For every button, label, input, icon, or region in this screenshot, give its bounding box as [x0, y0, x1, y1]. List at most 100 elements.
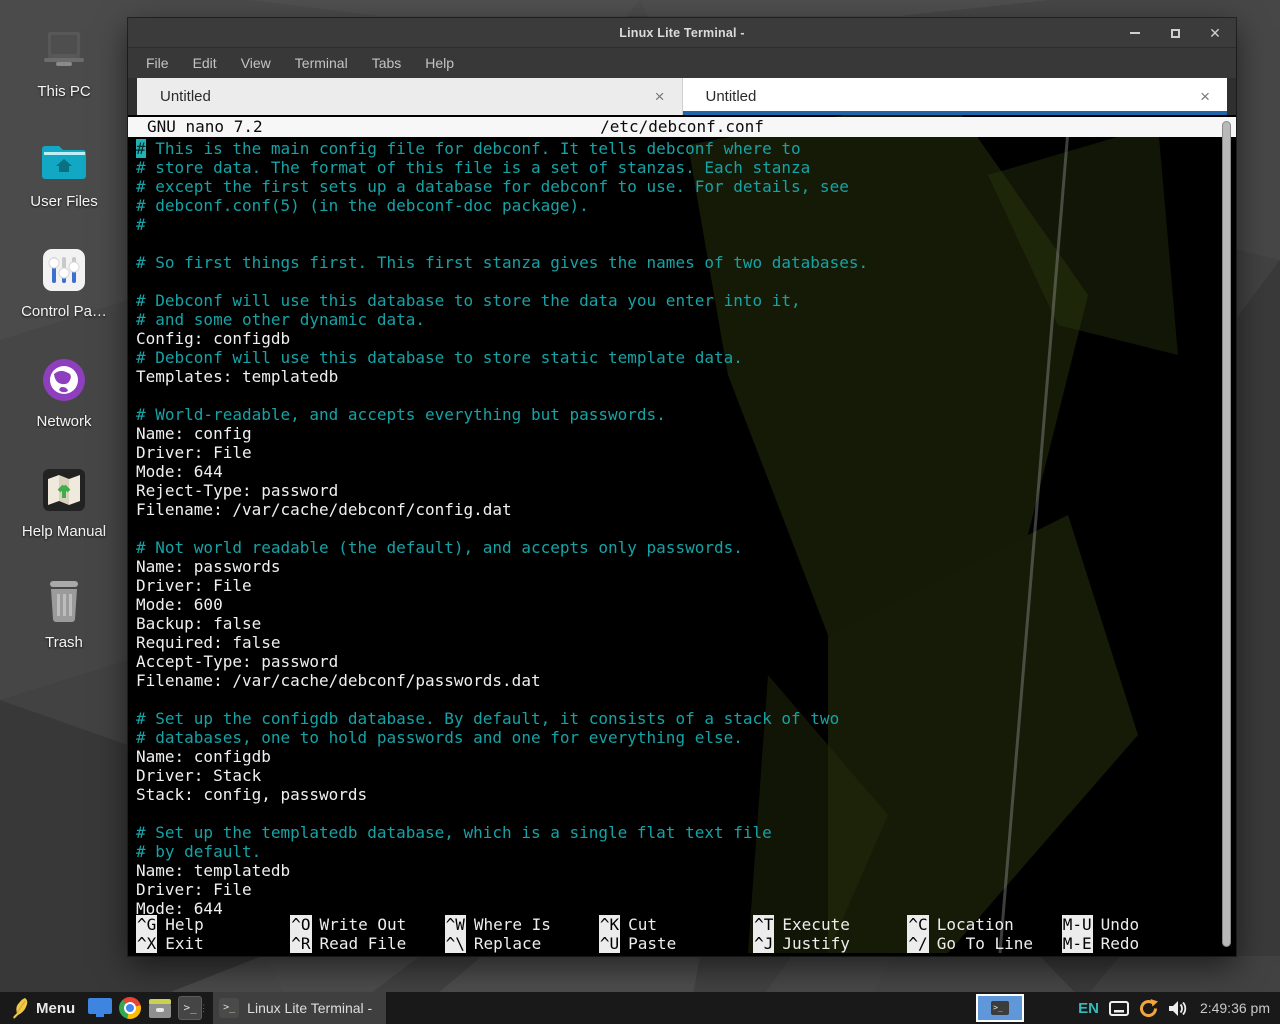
- shortcut-key: ^C: [907, 915, 928, 934]
- maximize-button[interactable]: [1168, 26, 1182, 40]
- nano-shortcut[interactable]: ^J Justify: [753, 934, 907, 953]
- tab-label: Untitled: [706, 88, 757, 105]
- shortcut-label: Read File: [320, 934, 407, 953]
- editor-line: Name: config: [136, 424, 1236, 443]
- taskbar-grip-handle[interactable]: ⋮⋮: [205, 992, 213, 1024]
- menu-tabs[interactable]: Tabs: [372, 55, 402, 71]
- updates-notifier-icon[interactable]: [1138, 998, 1159, 1019]
- editor-line: # This is the main config file for debco…: [136, 139, 1236, 158]
- shortcut-label: Paste: [628, 934, 676, 953]
- editor-line: # So first things first. This first stan…: [136, 253, 1236, 272]
- editor-line: Name: templatedb: [136, 861, 1236, 880]
- minimize-button[interactable]: [1128, 26, 1142, 40]
- shortcut-column: ^CLocation^/Go To Line: [907, 915, 1061, 953]
- desktop-icon-label: Control Pa…: [21, 303, 107, 320]
- tab-close-icon[interactable]: ×: [1200, 88, 1210, 105]
- desktop-icon-trash[interactable]: Trash: [0, 577, 128, 651]
- menu-view[interactable]: View: [241, 55, 271, 71]
- shortcut-label: Justify: [782, 934, 849, 953]
- editor-line: Config: configdb: [136, 329, 1236, 348]
- terminal-window: Linux Lite Terminal - ✕ File Edit View T…: [128, 18, 1236, 956]
- workspace-switcher-active[interactable]: >_: [976, 994, 1024, 1022]
- shortcut-label: Execute: [782, 915, 849, 934]
- shortcut-label: Replace: [474, 934, 541, 953]
- nano-shortcut[interactable]: ^UPaste: [599, 934, 753, 953]
- shortcut-key: ^X: [136, 934, 157, 953]
- nano-shortcut[interactable]: M-UUndo: [1062, 915, 1216, 934]
- editor-line: #: [136, 215, 1236, 234]
- taskbar-clock[interactable]: 2:49:36 pm: [1200, 1000, 1270, 1016]
- trash-icon: [40, 577, 88, 625]
- shortcut-column: ^GHelp^XExit: [136, 915, 290, 953]
- editor-buffer[interactable]: # This is the main config file for debco…: [128, 137, 1236, 918]
- nano-shortcut[interactable]: ^XExit: [136, 934, 290, 953]
- text-cursor: #: [136, 139, 146, 158]
- shortcut-label: Cut: [628, 915, 657, 934]
- menu-file[interactable]: File: [146, 55, 169, 71]
- editor-line: [136, 386, 1236, 405]
- editor-line: Filename: /var/cache/debconf/passwords.d…: [136, 671, 1236, 690]
- desktop-icon-label: This PC: [37, 83, 90, 100]
- nano-shortcut[interactable]: ^\Replace: [445, 934, 599, 953]
- chrome-launcher-button[interactable]: [115, 992, 145, 1024]
- nano-shortcut[interactable]: ^TExecute: [753, 915, 907, 934]
- editor-line: Templates: templatedb: [136, 367, 1236, 386]
- tab-untitled-2[interactable]: Untitled ×: [683, 78, 1228, 115]
- nano-shortcut[interactable]: ^WWhere Is: [445, 915, 599, 934]
- editor-line: # databases, one to hold passwords and o…: [136, 728, 1236, 747]
- editor-line: [136, 234, 1236, 253]
- window-titlebar[interactable]: Linux Lite Terminal - ✕: [128, 18, 1236, 48]
- shortcut-key: ^R: [290, 934, 311, 953]
- editor-line: Driver: File: [136, 880, 1236, 899]
- desktop-icon-user-files[interactable]: User Files: [0, 136, 128, 210]
- editor-line: Accept-Type: password: [136, 652, 1236, 671]
- start-menu-button[interactable]: Menu: [0, 992, 85, 1024]
- show-desktop-button[interactable]: [85, 992, 115, 1024]
- shortcut-key: ^/: [907, 934, 928, 953]
- terminal-scrollbar[interactable]: [1222, 121, 1231, 947]
- menu-edit[interactable]: Edit: [193, 55, 217, 71]
- desktop-icon-control-panel[interactable]: Control Pa…: [0, 246, 128, 320]
- editor-line: Filename: /var/cache/debconf/config.dat: [136, 500, 1236, 519]
- control-panel-icon: [40, 246, 88, 294]
- linux-lite-feather-icon: [12, 997, 29, 1019]
- shortcut-key: ^J: [753, 934, 774, 953]
- terminal-screen[interactable]: GNU nano 7.2 /etc/debconf.conf # This is…: [128, 115, 1236, 956]
- editor-line: # World-readable, and accepts everything…: [136, 405, 1236, 424]
- menu-help[interactable]: Help: [425, 55, 454, 71]
- help-manual-map-icon: [40, 466, 88, 514]
- nano-shortcut-bar: ^GHelp^XExit^OWrite Out^R Read File ^WWher…: [136, 915, 1216, 953]
- shortcut-column: ^OWrite Out^R Read File: [290, 915, 444, 953]
- file-manager-launcher-button[interactable]: [145, 992, 175, 1024]
- nano-shortcut[interactable]: ^CLocation: [907, 915, 1061, 934]
- keyboard-layout-icon[interactable]: [1109, 1001, 1129, 1016]
- desktop-icon-this-pc[interactable]: This PC: [0, 26, 128, 100]
- nano-shortcut[interactable]: ^KCut: [599, 915, 753, 934]
- tab-untitled-1[interactable]: Untitled ×: [137, 78, 683, 115]
- nano-shortcut[interactable]: ^OWrite Out: [290, 915, 444, 934]
- nano-shortcut[interactable]: ^/Go To Line: [907, 934, 1061, 953]
- desktop-icon-label: Trash: [45, 634, 83, 651]
- keyboard-language-indicator[interactable]: EN: [1078, 1000, 1099, 1017]
- editor-line: # by default.: [136, 842, 1236, 861]
- editor-line: Driver: File: [136, 576, 1236, 595]
- nano-shortcut[interactable]: ^R Read File: [290, 934, 444, 953]
- volume-icon[interactable]: [1168, 1000, 1187, 1017]
- editor-line: Name: passwords: [136, 557, 1236, 576]
- menu-terminal[interactable]: Terminal: [295, 55, 348, 71]
- tab-close-icon[interactable]: ×: [655, 88, 665, 105]
- close-button[interactable]: ✕: [1208, 26, 1222, 40]
- shortcut-key: M-U: [1062, 915, 1093, 934]
- editor-line: Reject-Type: password: [136, 481, 1236, 500]
- editor-line: [136, 690, 1236, 709]
- desktop-icon-help-manual[interactable]: Help Manual: [0, 466, 128, 540]
- network-globe-icon: [40, 356, 88, 404]
- nano-shortcut[interactable]: M-ERedo: [1062, 934, 1216, 953]
- editor-line: # store data. The format of this file is…: [136, 158, 1236, 177]
- taskbar-task-linux-lite-terminal[interactable]: >_ Linux Lite Terminal -: [213, 992, 386, 1024]
- shortcut-key: ^G: [136, 915, 157, 934]
- desktop-icon-network[interactable]: Network: [0, 356, 128, 430]
- nano-shortcut[interactable]: ^GHelp: [136, 915, 290, 934]
- editor-line: # debconf.conf(5) (in the debconf-doc pa…: [136, 196, 1236, 215]
- editor-line: # Debconf will use this database to stor…: [136, 291, 1236, 310]
